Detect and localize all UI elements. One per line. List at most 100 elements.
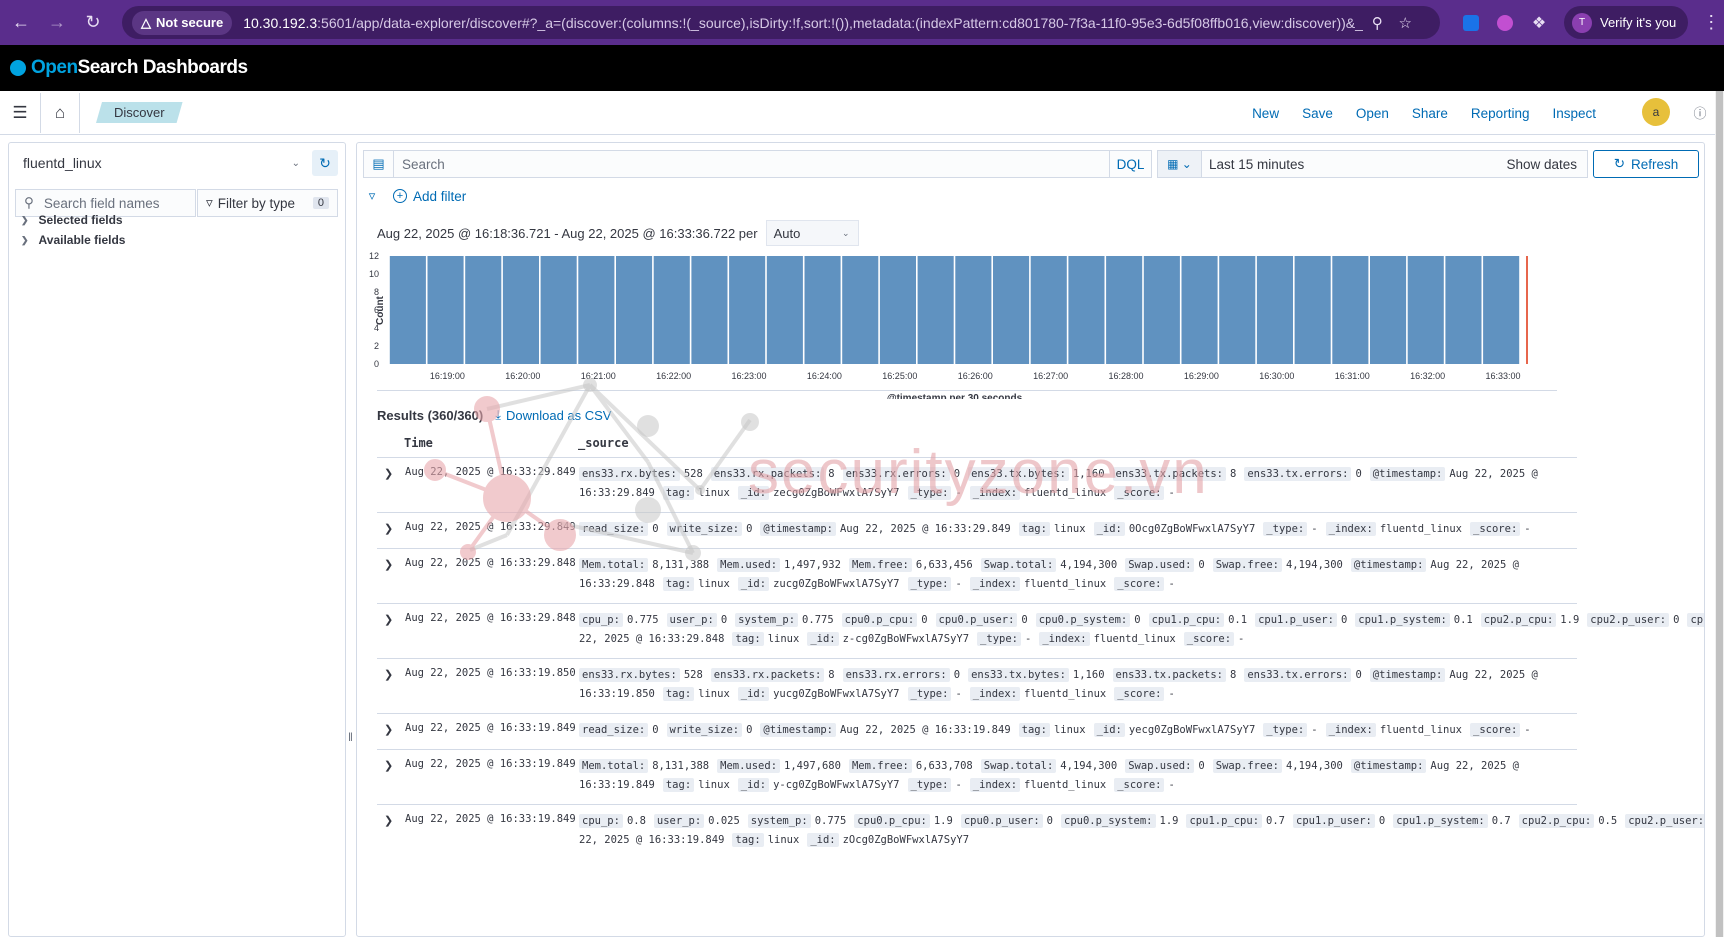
- results-table-body: ❯ Aug 22, 2025 @ 16:33:29.849 ens33.rx.byt…: [377, 457, 1704, 859]
- field-key: _type:: [977, 632, 1021, 646]
- expand-row-icon[interactable]: ❯: [384, 522, 393, 535]
- saved-query-icon[interactable]: ▤: [364, 151, 394, 177]
- filter-by-type-button[interactable]: ▿ Filter by type 0: [197, 189, 338, 217]
- browser-menu-icon[interactable]: ⋮: [1702, 12, 1720, 33]
- open-link[interactable]: Open: [1356, 106, 1389, 121]
- add-filter-button[interactable]: + Add filter: [393, 189, 466, 204]
- histogram-bar: [691, 256, 728, 364]
- field-key: tag:: [662, 486, 695, 500]
- query-language-button[interactable]: DQL: [1109, 151, 1151, 177]
- index-pattern-select[interactable]: fluentd_linux ⌄: [15, 149, 310, 177]
- refresh-button[interactable]: ↻ Refresh: [1593, 150, 1699, 178]
- chevron-right-icon: ❯: [21, 214, 29, 225]
- expand-row-icon[interactable]: ❯: [384, 759, 393, 772]
- page-scrollbar[interactable]: [1715, 91, 1724, 937]
- profile-verify-button[interactable]: T Verify it's you: [1564, 6, 1689, 39]
- breadcrumb-discover[interactable]: Discover: [96, 102, 183, 123]
- back-icon[interactable]: ←: [6, 8, 36, 38]
- field-value: 0: [1021, 614, 1028, 626]
- query-search-input[interactable]: Search: [402, 157, 1109, 172]
- field-key: cpu0.p_cpu:: [841, 613, 918, 627]
- field-key: cpu2.p_user:: [1625, 814, 1704, 828]
- reporting-link[interactable]: Reporting: [1471, 106, 1530, 121]
- query-bar: ▤ Search DQL: [363, 150, 1152, 178]
- histogram-chart[interactable]: 024681012Count16:19:00 16:20:00 16:21:00 16…: [357, 251, 1705, 399]
- x-tick-label: 16:32:00: [1410, 371, 1445, 381]
- field-key: _index:: [1325, 522, 1376, 536]
- field-key: cpu0.p_user:: [935, 613, 1018, 627]
- calendar-icon[interactable]: ▦ ⌄: [1158, 151, 1202, 177]
- field-value: 8: [1229, 468, 1237, 480]
- field-value: 0: [921, 614, 928, 626]
- extension-globe-icon[interactable]: [1490, 8, 1520, 38]
- brand-open: Open: [31, 57, 78, 78]
- field-value: 0: [1673, 614, 1680, 626]
- opensearch-logo[interactable]: OpenSearch Dashboards: [10, 57, 248, 79]
- field-value: zucg0ZgBoWFwxlA7SyY7: [773, 578, 900, 590]
- field-value: 1.9: [933, 815, 953, 827]
- index-refresh-icon[interactable]: ↻: [312, 150, 338, 176]
- field-key: _score:: [1114, 778, 1165, 792]
- column-header-time[interactable]: Time: [404, 436, 433, 450]
- expand-row-icon[interactable]: ❯: [384, 558, 393, 571]
- results-header: Results (360/360) ⤓ Download as CSV: [377, 407, 611, 423]
- forward-icon[interactable]: →: [42, 8, 72, 38]
- menu-hamburger-icon[interactable]: ☰: [0, 93, 40, 133]
- histogram-bar: [1143, 256, 1180, 364]
- available-fields-toggle[interactable]: ❯ Available fields: [21, 233, 125, 247]
- url-text[interactable]: 10.30.192.3:5601/app/data-explorer/disco…: [243, 15, 1363, 31]
- field-value: 528: [683, 468, 703, 480]
- row-source: read_size: 0 write_size: 0 @timestamp: Aug 22…: [579, 520, 1567, 539]
- field-value: 0: [1355, 669, 1362, 681]
- filter-funnel-icon[interactable]: ▿: [363, 188, 381, 204]
- field-key: _score:: [1470, 723, 1521, 737]
- time-range-label[interactable]: Last 15 minutes: [1209, 157, 1506, 172]
- field-value: 0: [953, 468, 961, 480]
- expand-row-icon[interactable]: ❯: [384, 723, 393, 736]
- filter-icon: ▿: [206, 195, 213, 210]
- help-icon[interactable]: ⓘ: [1690, 102, 1710, 122]
- field-key: @timestamp:: [1369, 467, 1446, 481]
- reload-icon[interactable]: ↻: [78, 8, 108, 38]
- home-icon[interactable]: ⌂: [40, 92, 80, 133]
- field-key: ens33.rx.packets:: [710, 668, 825, 682]
- expand-row-icon[interactable]: ❯: [384, 814, 393, 827]
- field-key: ens33.tx.bytes:: [968, 467, 1069, 481]
- download-csv-button[interactable]: ⤓ Download as CSV: [495, 407, 611, 423]
- expand-row-icon[interactable]: ❯: [384, 668, 393, 681]
- address-bar[interactable]: △ Not secure 10.30.192.3:5601/app/data-e…: [122, 6, 1440, 39]
- expand-row-icon[interactable]: ❯: [384, 613, 393, 626]
- field-key: Swap.total:: [980, 759, 1057, 773]
- save-link[interactable]: Save: [1302, 106, 1333, 121]
- not-secure-badge[interactable]: △ Not secure: [132, 10, 233, 35]
- user-avatar[interactable]: a: [1642, 98, 1670, 126]
- extension-drop-icon[interactable]: [1456, 8, 1486, 38]
- table-row: ❯ Aug 22, 2025 @ 16:33:29.849 ens33.rx.byt…: [377, 457, 1577, 512]
- share-link[interactable]: Share: [1412, 106, 1448, 121]
- new-link[interactable]: New: [1252, 106, 1279, 121]
- field-value: -: [1311, 724, 1318, 736]
- histogram-range-text: Aug 22, 2025 @ 16:18:36.721 - Aug 22, 20…: [377, 225, 758, 241]
- field-key: ens33.rx.errors:: [842, 668, 950, 682]
- field-search-placeholder: Search field names: [43, 195, 160, 211]
- histogram-bar: [1445, 256, 1482, 364]
- selected-fields-toggle[interactable]: ❯ Selected fields: [21, 213, 123, 227]
- bookmark-star-icon[interactable]: ☆: [1391, 14, 1419, 32]
- field-value: 1,497,932: [784, 559, 841, 571]
- panel-resize-handle[interactable]: ‖: [348, 730, 353, 744]
- histogram-bar: [502, 256, 539, 364]
- expand-row-icon[interactable]: ❯: [384, 467, 393, 480]
- field-value: 1,160: [1072, 468, 1105, 480]
- field-key: cpu2.p_user:: [1587, 613, 1670, 627]
- page-scrollbar-thumb[interactable]: [1716, 91, 1723, 937]
- extensions-puzzle-icon[interactable]: ❖: [1524, 8, 1554, 38]
- inspect-link[interactable]: Inspect: [1552, 106, 1596, 121]
- zoom-icon[interactable]: ⚲: [1363, 14, 1391, 32]
- field-value: 1.9: [1159, 815, 1179, 827]
- field-value: 0: [953, 669, 961, 681]
- show-dates-button[interactable]: Show dates: [1506, 157, 1577, 172]
- filter-by-type-label: Filter by type: [217, 195, 296, 211]
- verify-label: Verify it's you: [1600, 15, 1677, 30]
- field-key: _type:: [1263, 522, 1308, 536]
- interval-select[interactable]: Auto ⌄: [765, 220, 859, 246]
